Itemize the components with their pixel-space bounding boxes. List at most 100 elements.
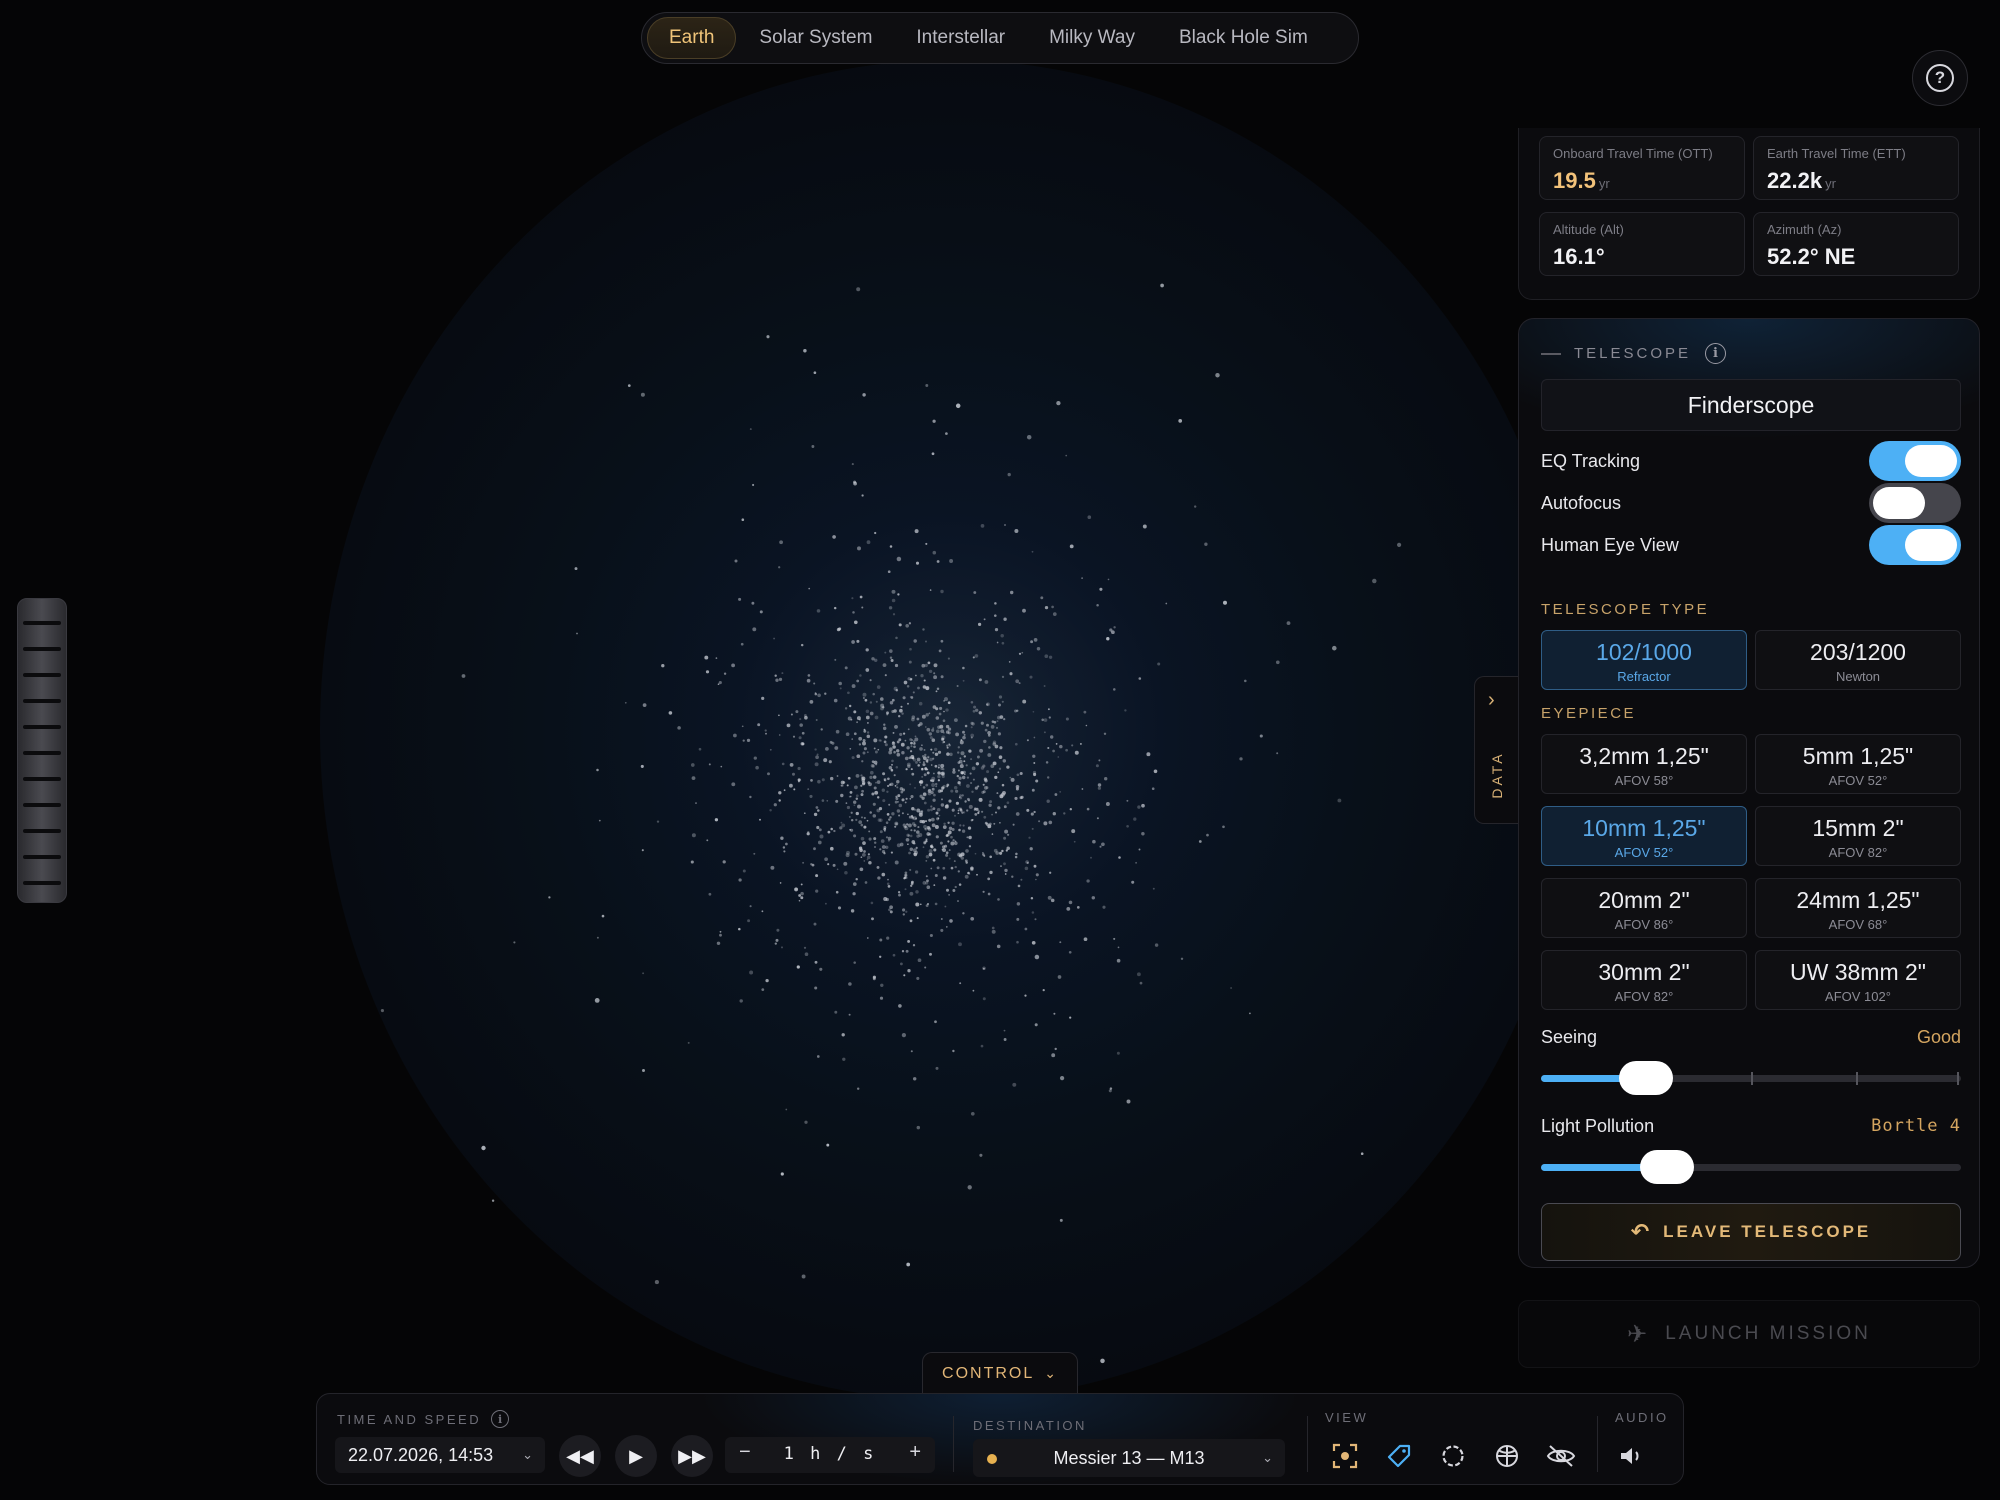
telescope-type-option[interactable]: 102/1000 Refractor xyxy=(1541,630,1747,690)
star xyxy=(996,720,999,723)
star xyxy=(1048,655,1053,659)
star xyxy=(916,1125,921,1130)
telescope-type-option[interactable]: 203/1200 Newton xyxy=(1755,630,1961,690)
star xyxy=(844,707,848,710)
star xyxy=(939,724,944,729)
tab-interstellar[interactable]: Interstellar xyxy=(895,17,1026,59)
launch-mission-button[interactable]: ✈ LAUNCH MISSION xyxy=(1518,1300,1980,1368)
star xyxy=(1079,742,1082,745)
tab-solar-system[interactable]: Solar System xyxy=(738,17,893,59)
star xyxy=(749,795,752,799)
dashed-circle-icon[interactable] xyxy=(1435,1438,1471,1474)
star xyxy=(918,833,923,837)
star xyxy=(716,941,721,946)
stat-label: Altitude (Alt) xyxy=(1553,222,1624,237)
info-icon[interactable]: i xyxy=(1705,343,1727,364)
star xyxy=(1034,918,1037,921)
tab-black-hole-sim[interactable]: Black Hole Sim xyxy=(1158,17,1329,59)
focus-wheel[interactable] xyxy=(17,598,67,903)
star xyxy=(884,845,889,850)
star xyxy=(958,883,962,886)
rewind-button[interactable]: ◀◀ xyxy=(559,1435,601,1477)
star xyxy=(952,1049,955,1053)
star xyxy=(1030,896,1034,900)
seeing-slider[interactable] xyxy=(1541,1061,1961,1095)
star xyxy=(958,942,962,947)
star xyxy=(764,729,767,732)
star xyxy=(922,685,927,689)
star xyxy=(596,936,599,939)
light-pollution-slider[interactable] xyxy=(1541,1150,1961,1184)
autofocus-switch[interactable] xyxy=(1869,483,1961,523)
human-eye-view-switch[interactable] xyxy=(1869,525,1961,565)
star xyxy=(695,802,697,805)
star xyxy=(899,708,903,713)
star xyxy=(864,698,868,702)
play-icon: ▶ xyxy=(629,1445,643,1466)
data-panel-tab[interactable]: › DATA xyxy=(1474,676,1518,824)
eyepiece-option[interactable]: 24mm 1,25" AFOV 68° xyxy=(1755,878,1961,938)
star xyxy=(853,481,857,486)
destination-select[interactable]: Messier 13 — M13 ⌄ xyxy=(973,1439,1285,1477)
star xyxy=(896,752,901,757)
speed-increase-button[interactable]: + xyxy=(909,1441,921,1464)
star xyxy=(1133,817,1137,821)
star xyxy=(910,795,914,799)
star xyxy=(798,736,802,740)
eyepiece-option[interactable]: UW 38mm 2" AFOV 102° xyxy=(1755,950,1961,1010)
star xyxy=(790,713,793,716)
leave-telescope-button[interactable]: ↶ LEAVE TELESCOPE xyxy=(1541,1203,1961,1261)
eyepiece-option[interactable]: 10mm 1,25" AFOV 52° xyxy=(1541,806,1747,866)
star xyxy=(891,741,896,746)
star xyxy=(890,851,893,854)
star xyxy=(898,803,903,808)
control-toggle-tab[interactable]: CONTROL ⌄ xyxy=(922,1352,1078,1394)
fast-forward-button[interactable]: ▶▶ xyxy=(671,1435,713,1477)
star xyxy=(935,729,940,734)
eyepiece-option[interactable]: 5mm 1,25" AFOV 52° xyxy=(1755,734,1961,794)
slider-handle[interactable] xyxy=(1619,1061,1673,1095)
star xyxy=(952,770,956,774)
star xyxy=(869,775,873,780)
star xyxy=(942,876,947,880)
star xyxy=(884,674,887,677)
star xyxy=(775,678,779,682)
tab-milky-way[interactable]: Milky Way xyxy=(1028,17,1156,59)
tag-icon[interactable] xyxy=(1381,1438,1417,1474)
star xyxy=(1136,972,1141,977)
eyepiece-option[interactable]: 20mm 2" AFOV 86° xyxy=(1541,878,1747,938)
star xyxy=(914,786,916,789)
star xyxy=(897,593,900,596)
eyepiece-view[interactable] xyxy=(320,60,1580,1400)
star xyxy=(887,570,891,574)
eyepiece-option[interactable]: 30mm 2" AFOV 82° xyxy=(1541,950,1747,1010)
tab-earth[interactable]: Earth xyxy=(647,17,737,59)
globe-grid-icon[interactable] xyxy=(1489,1438,1525,1474)
help-button[interactable]: ? xyxy=(1912,50,1968,106)
star xyxy=(1057,756,1060,758)
star xyxy=(844,871,848,875)
focus-target-icon[interactable] xyxy=(1327,1438,1363,1474)
play-button[interactable]: ▶ xyxy=(615,1435,657,1477)
star xyxy=(893,774,896,777)
star xyxy=(598,819,601,822)
star xyxy=(877,748,880,751)
info-icon[interactable]: i xyxy=(491,1410,510,1428)
star xyxy=(939,706,943,710)
star xyxy=(997,898,1000,901)
star xyxy=(952,889,956,892)
eq-tracking-switch[interactable] xyxy=(1869,441,1961,481)
eyepiece-option[interactable]: 3,2mm 1,25" AFOV 58° xyxy=(1541,734,1747,794)
star xyxy=(940,763,945,768)
eye-off-icon[interactable] xyxy=(1543,1438,1579,1474)
control-tab-label: CONTROL xyxy=(942,1364,1035,1382)
star xyxy=(848,704,852,708)
star xyxy=(848,815,851,818)
star xyxy=(996,726,998,729)
speaker-icon[interactable] xyxy=(1613,1438,1649,1474)
star xyxy=(869,770,874,775)
eyepiece-option[interactable]: 15mm 2" AFOV 82° xyxy=(1755,806,1961,866)
datetime-select[interactable]: 22.07.2026, 14:53 ⌄ xyxy=(335,1437,545,1473)
slider-handle[interactable] xyxy=(1640,1150,1694,1184)
telescope-mode[interactable]: Finderscope xyxy=(1541,379,1961,431)
